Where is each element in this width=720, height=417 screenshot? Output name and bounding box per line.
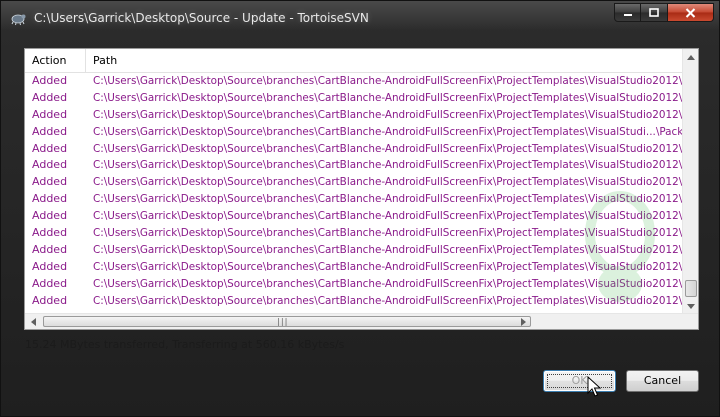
row-action: Added xyxy=(32,226,68,240)
focus-rectangle xyxy=(547,374,612,388)
arrow-up-icon xyxy=(687,54,695,60)
row-path: C:\Users\Garrick\Desktop\Source\branches… xyxy=(93,91,684,104)
minimize-button[interactable] xyxy=(614,3,641,22)
list-row[interactable]: Added C:\Users\Garrick\Desktop\Source\bra… xyxy=(25,124,684,141)
horizontal-scroll-thumb[interactable]: ||| xyxy=(43,316,531,327)
row-path: C:\Users\Garrick\Desktop\Source\branches… xyxy=(93,75,684,87)
list-row[interactable]: Added C:\Users\Garrick\Desktop\Source\bra… xyxy=(25,73,684,90)
row-path: C:\Users\Garrick\Desktop\Source\branches… xyxy=(93,243,684,256)
list-row[interactable]: Added C:\Users\Garrick\Desktop\Source\bra… xyxy=(25,90,684,107)
row-path: C:\Users\Garrick\Desktop\Source\branches… xyxy=(93,277,684,290)
row-path: C:\Users\Garrick\Desktop\Source\branches… xyxy=(93,159,684,172)
list-header: Action Path xyxy=(25,49,684,73)
row-path: C:\Users\Garrick\Desktop\Source\branches… xyxy=(93,142,684,155)
cancel-button[interactable]: Cancel xyxy=(626,370,699,392)
arrow-left-icon xyxy=(30,318,36,326)
arrow-down-icon xyxy=(687,303,695,309)
maximize-icon xyxy=(649,7,659,17)
row-path: C:\Users\Garrick\Desktop\Source\branches… xyxy=(93,260,684,273)
row-action: Added xyxy=(32,242,68,256)
scroll-left-button[interactable] xyxy=(25,314,41,329)
row-path: C:\Users\Garrick\Desktop\Source\branches… xyxy=(93,193,684,206)
scrollbar-track-end xyxy=(532,314,698,329)
close-button[interactable] xyxy=(668,3,714,22)
row-action: Added xyxy=(32,209,68,223)
row-action: Added xyxy=(32,293,68,307)
scroll-right-button[interactable] xyxy=(515,314,531,329)
update-results-list[interactable]: Action Path Added C:\Users\Garrick\Deskto… xyxy=(24,48,699,330)
list-row[interactable]: Added C:\Users\Garrick\Desktop\Source\bra… xyxy=(25,276,684,293)
list-row[interactable]: Added C:\Users\Garrick\Desktop\Source\bra… xyxy=(25,208,684,225)
update-dialog-window: C:\Users\Garrick\Desktop\Source - Update… xyxy=(0,0,720,417)
list-row[interactable]: Added C:\Users\Garrick\Desktop\Source\bra… xyxy=(25,107,684,124)
list-row[interactable]: Added C:\Users\Garrick\Desktop\Source\bra… xyxy=(25,157,684,174)
row-path: C:\Users\Garrick\Desktop\Source\branches… xyxy=(93,294,684,307)
list-row[interactable]: Added C:\Users\Garrick\Desktop\Source\bra… xyxy=(25,141,684,158)
vertical-scroll-thumb[interactable] xyxy=(685,280,697,297)
row-path: C:\Users\Garrick\Desktop\Source\branches… xyxy=(93,210,684,223)
cancel-button-label: Cancel xyxy=(643,374,682,387)
row-path: C:\Users\Garrick\Desktop\Source\branches… xyxy=(93,108,684,121)
horizontal-scrollbar[interactable]: ||| xyxy=(25,313,698,329)
tortoisesvn-icon xyxy=(11,14,26,26)
scroll-up-button[interactable] xyxy=(683,49,698,65)
minimize-icon xyxy=(623,13,632,16)
row-action: Added xyxy=(32,90,68,104)
row-action: Added xyxy=(32,107,68,121)
column-header-path[interactable]: Path xyxy=(86,49,684,73)
row-action: Added xyxy=(32,259,68,273)
list-row[interactable]: Added C:\Users\Garrick\Desktop\Source\bra… xyxy=(25,191,684,208)
maximize-button[interactable] xyxy=(641,3,668,22)
row-action: Added xyxy=(32,141,68,155)
arrow-right-icon xyxy=(520,318,526,326)
list-row[interactable]: Added C:\Users\Garrick\Desktop\Source\bra… xyxy=(25,259,684,276)
list-row[interactable]: Added C:\Users\Garrick\Desktop\Source\bra… xyxy=(25,174,684,191)
ok-button[interactable]: OK xyxy=(543,370,616,392)
row-action: Added xyxy=(32,158,68,172)
close-icon xyxy=(685,7,696,18)
caption-buttons xyxy=(614,3,714,23)
list-row[interactable]: Added C:\Users\Garrick\Desktop\Source\bra… xyxy=(25,293,684,310)
list-rows: Added C:\Users\Garrick\Desktop\Source\bra… xyxy=(25,73,684,315)
row-action: Added xyxy=(32,192,68,206)
row-path: C:\Users\Garrick\Desktop\Source\branches… xyxy=(93,125,684,138)
vertical-scrollbar[interactable] xyxy=(682,49,698,314)
row-action: Added xyxy=(32,124,68,138)
window-title: C:\Users\Garrick\Desktop\Source - Update… xyxy=(34,11,369,25)
mouse-pointer-icon xyxy=(587,376,601,397)
list-row[interactable]: Added C:\Users\Garrick\Desktop\Source\bra… xyxy=(25,242,684,259)
list-row[interactable]: Added C:\Users\Garrick\Desktop\Source\bra… xyxy=(25,225,684,242)
row-path: C:\Users\Garrick\Desktop\Source\branches… xyxy=(93,176,684,189)
scroll-down-button[interactable] xyxy=(683,298,698,314)
title-bar[interactable]: C:\Users\Garrick\Desktop\Source - Update… xyxy=(1,1,720,35)
column-header-action[interactable]: Action xyxy=(25,49,86,73)
grip-icon: ||| xyxy=(276,317,288,326)
transfer-status-text: 15.24 MBytes transferred, Transferring a… xyxy=(25,338,345,351)
row-action: Added xyxy=(32,74,68,87)
row-path: C:\Users\Garrick\Desktop\Source\branches… xyxy=(93,227,684,240)
row-action: Added xyxy=(32,276,68,290)
row-action: Added xyxy=(32,175,68,189)
